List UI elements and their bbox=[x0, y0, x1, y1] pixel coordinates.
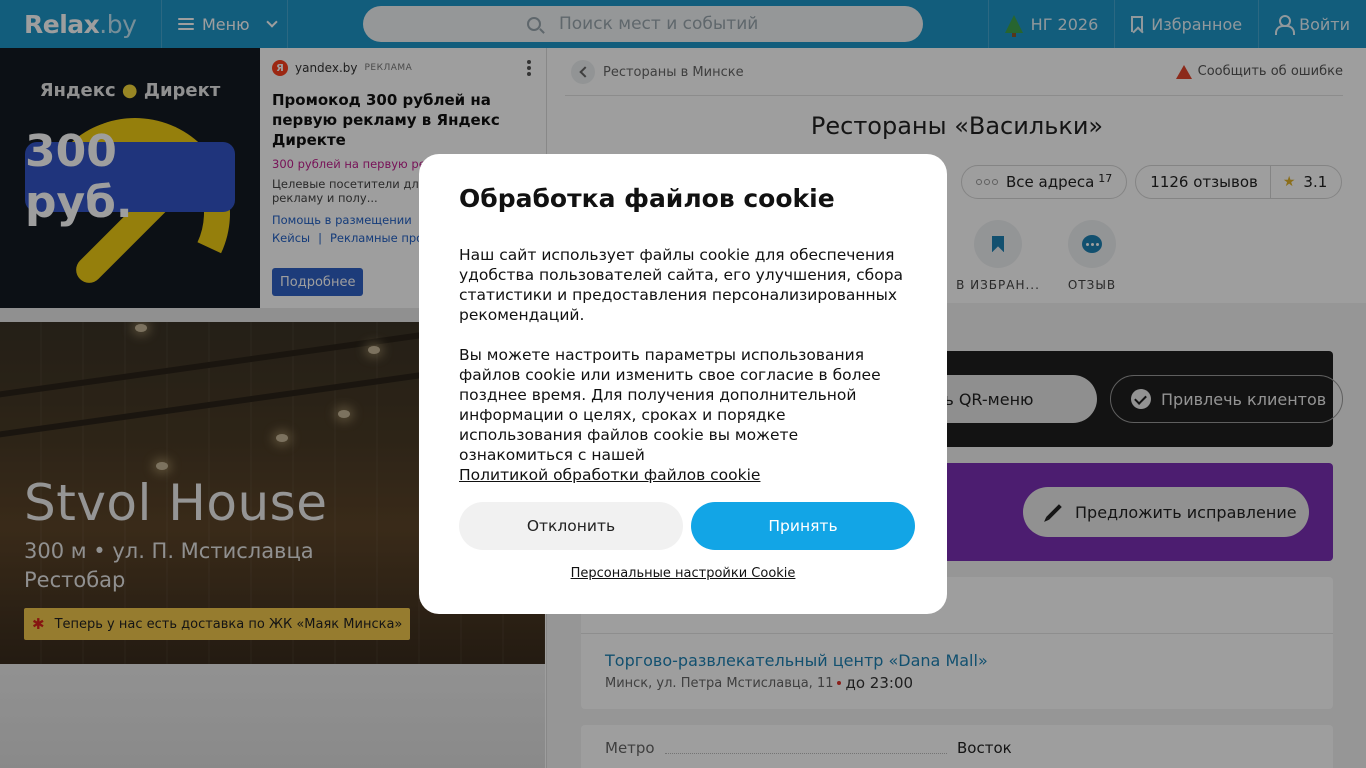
cookie-buttons: Отклонить Принять bbox=[459, 502, 915, 550]
cookie-paragraph-2-text: Вы можете настроить параметры использова… bbox=[459, 346, 881, 464]
cookie-paragraph-1: Наш сайт использует файлы cookie для обе… bbox=[459, 246, 904, 324]
cookie-title: Обработка файлов cookie bbox=[459, 184, 835, 213]
decline-button[interactable]: Отклонить bbox=[459, 502, 683, 550]
accept-button[interactable]: Принять bbox=[691, 502, 915, 550]
personal-cookie-settings-link[interactable]: Персональные настройки Cookie bbox=[419, 566, 947, 581]
cookie-modal: Обработка файлов cookie Наш сайт использ… bbox=[419, 154, 947, 614]
cookie-paragraph-2: Вы можете настроить параметры использова… bbox=[459, 345, 907, 485]
cookie-policy-link[interactable]: Политикой обработки файлов cookie bbox=[459, 466, 760, 484]
